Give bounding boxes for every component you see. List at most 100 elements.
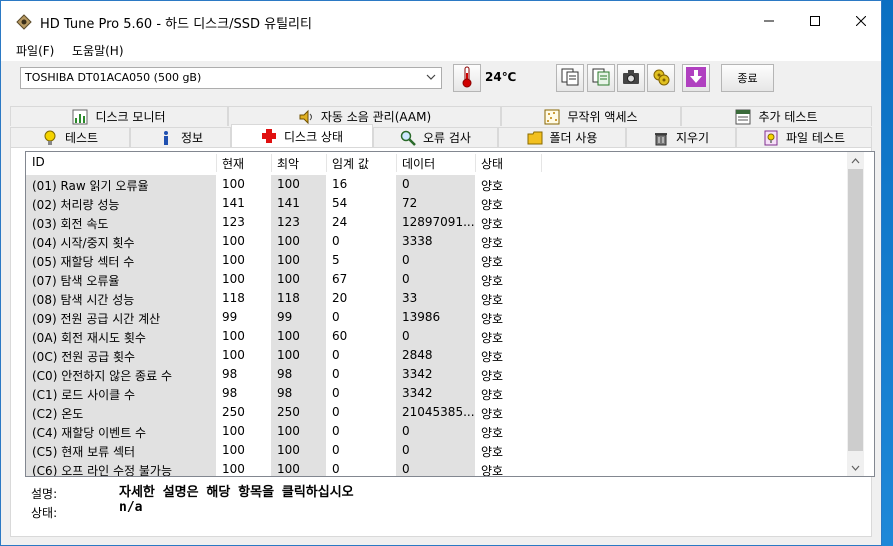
table-row[interactable]: (0A) 회전 재시도 횟수 100 100 60 0 양호 xyxy=(26,327,846,346)
column-header-threshold[interactable]: 임계 값 xyxy=(326,152,396,174)
table-row[interactable]: (09) 전원 공급 시간 계산 99 99 0 13986 양호 xyxy=(26,308,846,327)
cell-status: 양호 xyxy=(481,255,504,269)
maximize-button[interactable] xyxy=(792,1,838,41)
tab-aam[interactable]: 자동 소음 관리(AAM) xyxy=(228,106,501,126)
column-header-worst[interactable]: 최악 xyxy=(271,152,326,174)
scroll-up-icon[interactable] xyxy=(847,152,864,169)
table-row[interactable]: (04) 시작/중지 횟수 100 100 0 3338 양호 xyxy=(26,232,846,251)
status-value: n/a xyxy=(119,500,143,515)
cell-worst: 98 xyxy=(271,365,326,384)
vertical-scrollbar[interactable] xyxy=(847,152,864,476)
table-row[interactable]: (C2) 온도 250 250 0 21045385... 양호 xyxy=(26,403,846,422)
exit-button[interactable]: 종료 xyxy=(721,64,774,92)
cell-data: 33 xyxy=(396,289,475,308)
tab-label: 테스트 xyxy=(64,131,99,145)
column-header-data[interactable]: 데이터 xyxy=(396,152,475,174)
table-row[interactable]: (02) 처리량 성능 141 141 54 72 양호 xyxy=(26,194,846,213)
column-header-status[interactable]: 상태 xyxy=(475,152,541,174)
cell-data: 0 xyxy=(396,441,475,460)
cell-id: (C0) 안전하지 않은 종료 수 xyxy=(26,365,216,384)
tab-folder-usage[interactable]: 폴더 사용 xyxy=(498,127,626,147)
scrollbar-thumb[interactable] xyxy=(848,169,863,451)
cell-current: 100 xyxy=(222,177,245,191)
cell-status: 양호 xyxy=(481,312,504,326)
cell-worst: 100 xyxy=(271,327,326,346)
cell-threshold: 0 xyxy=(332,310,340,324)
table-row[interactable]: (C5) 현재 보류 섹터 100 100 0 0 양호 xyxy=(26,441,846,460)
tab-label: 오류 검사 xyxy=(423,131,471,145)
tab-random-access[interactable]: 무작위 액세스 xyxy=(501,106,681,126)
cell-threshold: 0 xyxy=(332,462,340,476)
cell-threshold: 0 xyxy=(332,424,340,438)
cell-current: 99 xyxy=(222,310,238,324)
cell-threshold: 0 xyxy=(332,405,340,419)
tab-label: 추가 테스트 xyxy=(758,110,818,124)
cell-id: (C5) 현재 보류 섹터 xyxy=(26,441,216,460)
cell-data: 3338 xyxy=(396,232,475,251)
table-row[interactable]: (01) Raw 읽기 오류율 100 100 16 0 양호 xyxy=(26,175,846,194)
tab-error-scan[interactable]: 오류 검사 xyxy=(373,127,498,147)
tab-info[interactable]: 정보 xyxy=(130,127,231,147)
table-row[interactable]: (08) 탐색 시간 성능 118 118 20 33 양호 xyxy=(26,289,846,308)
tab-disk-monitor[interactable]: 디스크 모니터 xyxy=(10,106,228,126)
screenshot-button[interactable] xyxy=(617,64,645,92)
table-row[interactable]: (0C) 전원 공급 횟수 100 100 0 2848 양호 xyxy=(26,346,846,365)
cell-threshold: 5 xyxy=(332,253,340,267)
cell-current: 98 xyxy=(222,386,238,400)
tab-file-benchmark[interactable]: 파일 테스트 xyxy=(736,127,872,147)
save-text-button[interactable] xyxy=(587,64,615,92)
cell-id: (05) 재할당 섹터 수 xyxy=(26,251,216,270)
column-header-current[interactable]: 현재 xyxy=(216,152,271,174)
column-header-id[interactable]: ID xyxy=(26,152,216,174)
table-row[interactable]: (C4) 재할당 이벤트 수 100 100 0 0 양호 xyxy=(26,422,846,441)
table-row[interactable]: (C1) 로드 사이클 수 98 98 0 3342 양호 xyxy=(26,384,846,403)
close-button[interactable] xyxy=(838,1,881,41)
copy-icon xyxy=(561,68,579,89)
file-test-icon xyxy=(763,130,779,146)
cell-id: (08) 탐색 시간 성능 xyxy=(26,289,216,308)
cell-current: 98 xyxy=(222,367,238,381)
cell-id: (0C) 전원 공급 횟수 xyxy=(26,346,216,365)
menu-help[interactable]: 도움말(H) xyxy=(72,42,124,59)
cell-current: 118 xyxy=(222,291,245,305)
cell-status: 양호 xyxy=(481,350,504,364)
cell-status: 양호 xyxy=(481,198,504,212)
copy-button[interactable] xyxy=(556,64,584,92)
menu-file[interactable]: 파일(F) xyxy=(16,42,54,59)
table-row[interactable]: (03) 회전 속도 123 123 24 12897091... 양호 xyxy=(26,213,846,232)
cell-threshold: 0 xyxy=(332,386,340,400)
tab-extra-tests[interactable]: 추가 테스트 xyxy=(681,106,872,126)
health-cross-icon xyxy=(261,128,277,144)
arrow-down-icon xyxy=(686,66,706,90)
cell-id: (C4) 재할당 이벤트 수 xyxy=(26,422,216,441)
cell-id: (07) 탐색 오류율 xyxy=(26,270,216,289)
options-button[interactable] xyxy=(647,64,675,92)
drive-select[interactable]: TOSHIBA DT01ACA050 (500 gB) xyxy=(20,67,442,89)
cell-threshold: 0 xyxy=(332,348,340,362)
table-row[interactable]: (C0) 안전하지 않은 종료 수 98 98 0 3342 양호 xyxy=(26,365,846,384)
cell-worst: 123 xyxy=(271,213,326,232)
status-label: 상태: xyxy=(31,506,58,520)
cell-status: 양호 xyxy=(481,236,504,250)
tab-benchmark[interactable]: 테스트 xyxy=(10,127,130,147)
table-row[interactable]: (C6) 오프 라인 수정 불가능 100 100 0 0 양호 xyxy=(26,460,846,476)
table-row[interactable]: (07) 탐색 오류율 100 100 67 0 양호 xyxy=(26,270,846,289)
table-row[interactable]: (05) 재할당 섹터 수 100 100 5 0 양호 xyxy=(26,251,846,270)
tools-icon xyxy=(652,68,670,89)
tab-label: 파일 테스트 xyxy=(785,131,845,145)
minimize-button[interactable] xyxy=(746,1,792,41)
cell-current: 100 xyxy=(222,462,245,476)
cell-data: 2848 xyxy=(396,346,475,365)
download-button[interactable] xyxy=(682,64,710,92)
scroll-down-icon[interactable] xyxy=(847,459,864,476)
title-bar: HD Tune Pro 5.60 - 하드 디스크/SSD 유틸리티 xyxy=(1,1,881,41)
cell-worst: 100 xyxy=(271,422,326,441)
temperature-button[interactable] xyxy=(453,64,481,92)
tab-erase[interactable]: 지우기 xyxy=(626,127,736,147)
cell-data: 13986 xyxy=(396,308,475,327)
cell-data: 0 xyxy=(396,270,475,289)
cell-current: 100 xyxy=(222,253,245,267)
camera-icon xyxy=(622,69,640,88)
tab-health[interactable]: 디스크 상태 xyxy=(231,124,373,147)
cell-worst: 100 xyxy=(271,270,326,289)
